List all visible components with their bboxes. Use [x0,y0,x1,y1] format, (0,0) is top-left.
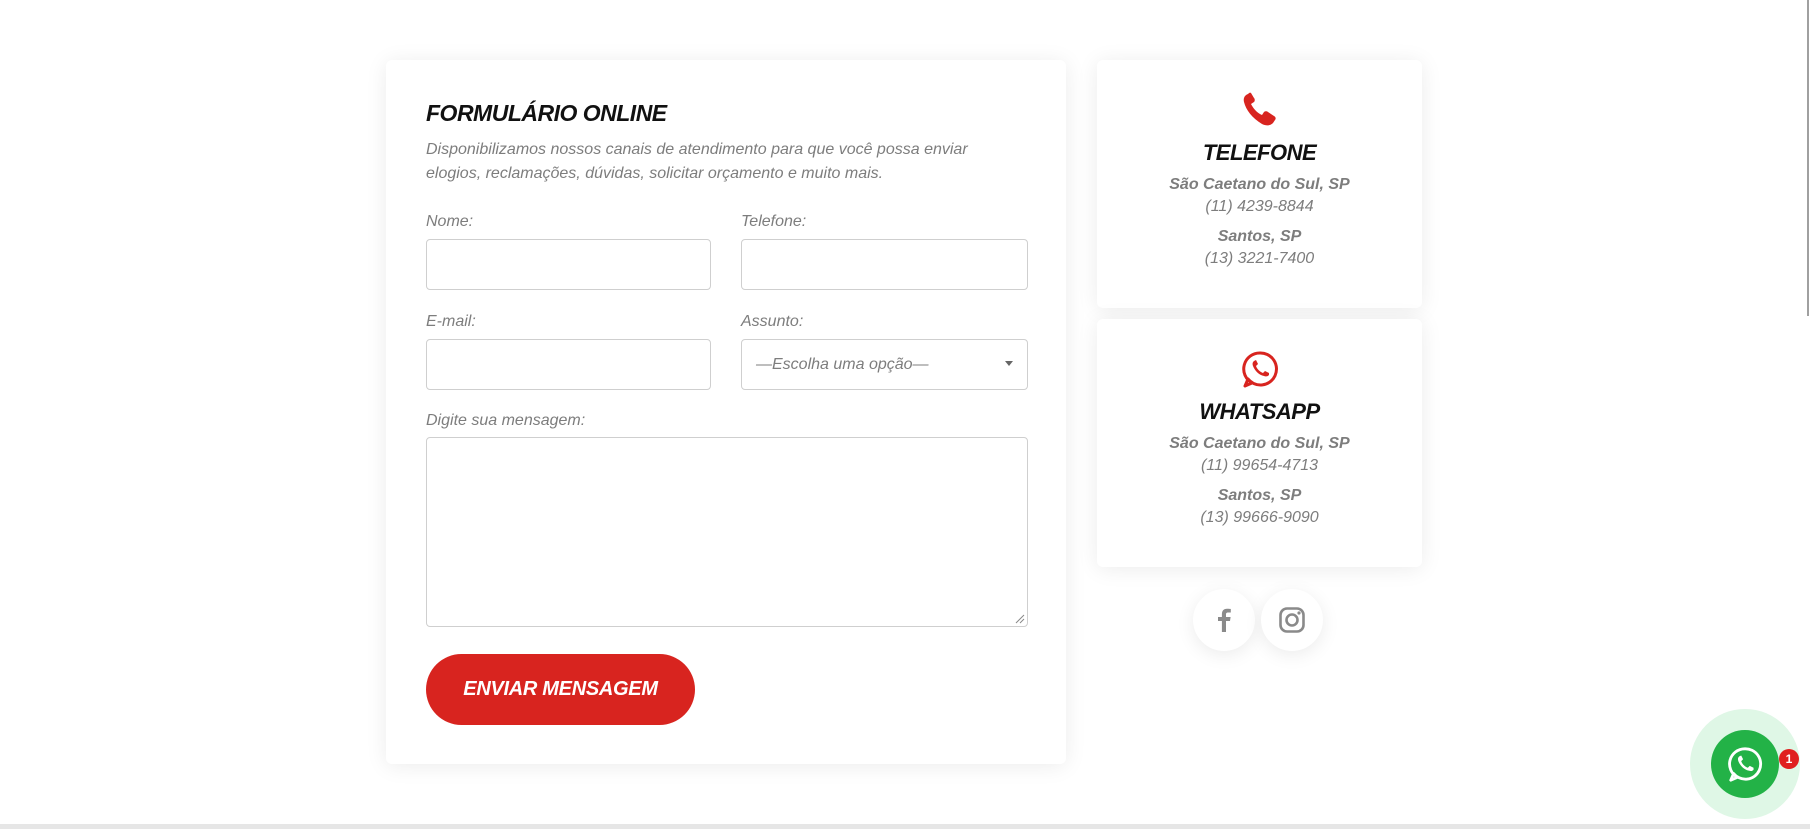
floating-whatsapp-halo: 1 [1690,709,1800,819]
instagram-button[interactable] [1261,589,1323,651]
phone-input[interactable] [741,239,1028,290]
whatsapp-number-1[interactable]: (11) 99654-4713 [1097,457,1422,475]
message-label: Digite sua mensagem: [426,412,586,429]
resize-handle-icon[interactable] [1013,612,1025,624]
telefone-number-2[interactable]: (13) 3221-7400 [1097,250,1422,268]
message-textarea[interactable] [426,437,1028,627]
name-label: Nome: [426,213,474,230]
whatsapp-icon [1242,351,1278,388]
whatsapp-number-2[interactable]: (13) 99666-9090 [1097,509,1422,527]
subject-select[interactable]: —Escolha uma opção— [741,339,1028,390]
telefone-card: TELEFONE São Caetano do Sul, SP (11) 423… [1097,60,1422,308]
phone-icon [1243,92,1276,126]
name-input[interactable] [426,239,711,290]
whatsapp-title: WHATSAPP [1199,399,1320,424]
whatsapp-card: WHATSAPP São Caetano do Sul, SP (11) 996… [1097,319,1422,567]
floating-whatsapp-button[interactable]: 1 [1711,730,1799,798]
instagram-icon [1279,607,1305,633]
whatsapp-city-1: São Caetano do Sul, SP [1169,435,1350,452]
facebook-icon [1218,608,1231,632]
form-title: FORMULÁRIO ONLINE [426,100,667,126]
telefone-number-1[interactable]: (11) 4239-8844 [1097,198,1422,216]
form-description: Disponibilizamos nossos canais de atendi… [426,141,968,182]
facebook-button[interactable] [1193,589,1255,651]
notification-badge: 1 [1779,749,1799,769]
telefone-city-2: Santos, SP [1217,228,1302,245]
send-message-button[interactable]: ENVIAR MENSAGEM [426,654,695,725]
footer-divider [0,824,1810,829]
phone-label: Telefone: [741,213,807,230]
contact-form-card: FORMULÁRIO ONLINE Disponibilizamos nosso… [386,60,1066,764]
subject-select-value: —Escolha uma opção— [756,356,929,373]
telefone-title: TELEFONE [1202,140,1317,165]
email-input[interactable] [426,339,711,390]
whatsapp-icon [1728,747,1763,782]
chevron-down-icon [1005,361,1013,366]
subject-label: Assunto: [741,313,804,330]
whatsapp-city-2: Santos, SP [1217,487,1302,504]
email-label: E-mail: [426,313,476,330]
telefone-city-1: São Caetano do Sul, SP [1169,176,1350,193]
scrollbar[interactable] [1807,0,1809,316]
